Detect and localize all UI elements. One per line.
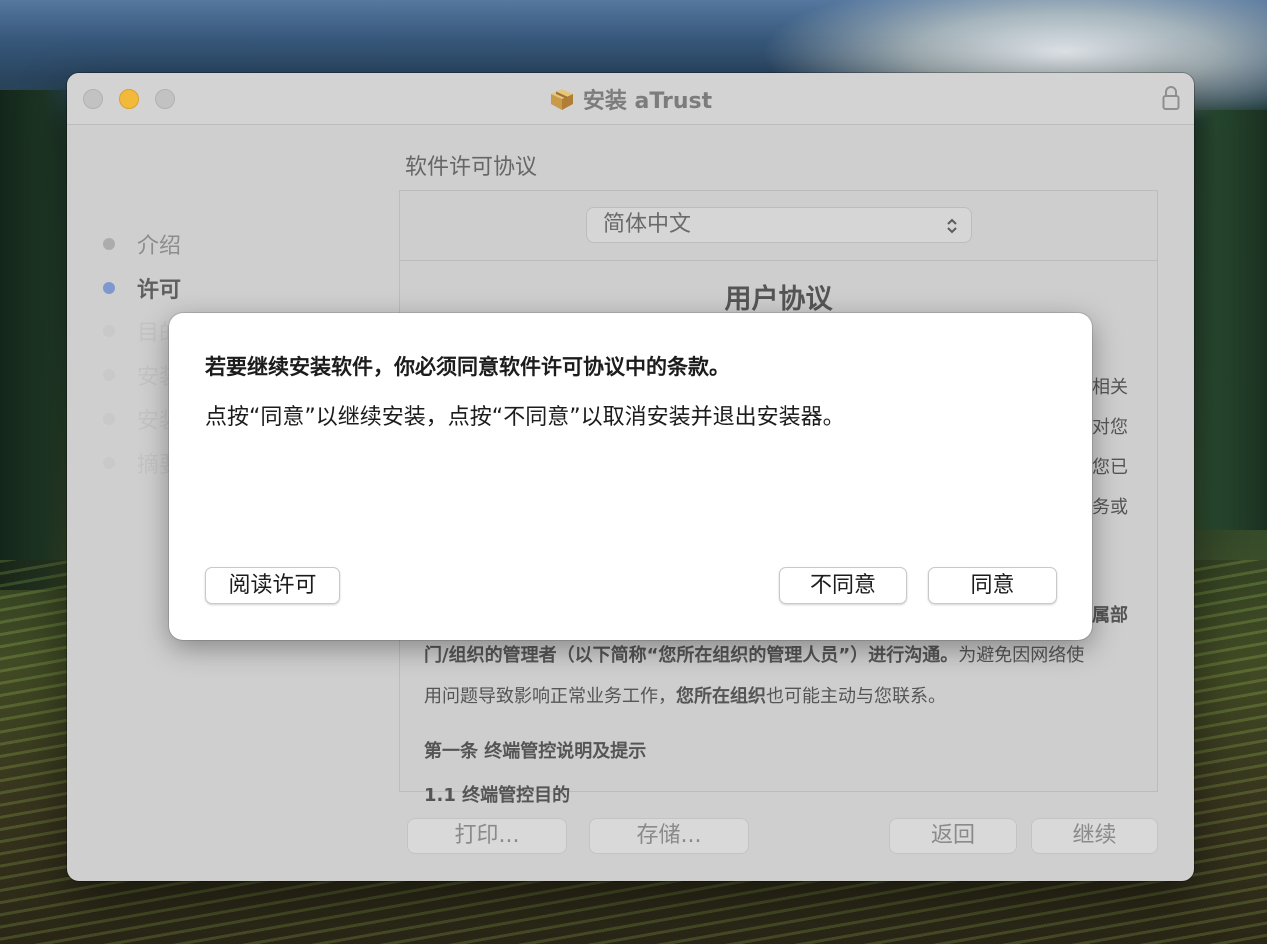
document-line: 用问题导致影响正常业务工作，您所在组织也可能主动与您联系。 (424, 682, 946, 708)
document-line-bold: 1.1 终端管控目的 (424, 785, 571, 806)
disagree-button[interactable]: 不同意 (779, 567, 907, 604)
sidebar-step-label: 许可 (137, 278, 182, 303)
chevron-up-down-icon (947, 218, 957, 234)
step-dot-icon (103, 238, 115, 250)
window-title: 安装 aTrust (582, 89, 713, 114)
document-line-text: 也可能主动与您联系。 (766, 686, 946, 707)
document-line-bold: 第一条 终端管控说明及提示 (424, 741, 647, 762)
document-line: 1.1 终端管控目的 (424, 781, 570, 807)
print-button[interactable]: 打印... (407, 818, 567, 854)
step-dot-icon (103, 413, 115, 425)
sidebar-step-introduction: 介绍 (103, 229, 181, 259)
wallpaper-trees-left (0, 90, 70, 590)
dialog-message: 点按“同意”以继续安装，点按“不同意”以取消安装并退出安装器。 (205, 405, 845, 430)
save-button[interactable]: 存储... (589, 818, 749, 854)
document-line: 第一条 终端管控说明及提示 (424, 737, 646, 763)
step-dot-icon (103, 282, 115, 294)
document-title: 用户协议 (724, 284, 833, 315)
sidebar-step-label: 介绍 (137, 234, 182, 259)
step-dot-icon (103, 325, 115, 337)
license-agreement-dialog: 若要继续安装软件，你必须同意软件许可协议中的条款。 点按“同意”以继续安装，点按… (169, 313, 1092, 640)
document-line-bold: 您所在组织 (676, 686, 766, 707)
back-button[interactable]: 返回 (889, 818, 1017, 854)
continue-button[interactable]: 继续 (1031, 818, 1158, 854)
document-fragment: 对您 (1092, 417, 1128, 438)
language-select[interactable]: 简体中文 (586, 207, 972, 243)
package-icon (550, 89, 573, 110)
step-dot-icon (103, 369, 115, 381)
document-line: 门/组织的管理者（以下简称“您所在组织的管理人员”）进行沟通。为避免因网络使 (424, 641, 1084, 667)
document-fragment: 务或 (1092, 497, 1128, 518)
agree-button[interactable]: 同意 (928, 567, 1057, 604)
wallpaper-trees-right (1194, 110, 1267, 530)
document-fragment: 相关 (1092, 377, 1128, 398)
title-bar[interactable]: 安装 aTrust (67, 73, 1194, 125)
lock-icon[interactable] (1162, 85, 1180, 111)
section-title: 软件许可协议 (405, 155, 538, 180)
document-line-text: 为避免因网络使 (958, 645, 1085, 666)
dialog-heading: 若要继续安装软件，你必须同意软件许可协议中的条款。 (205, 355, 730, 379)
document-fragment: 属部 (1092, 605, 1128, 626)
step-dot-icon (103, 457, 115, 469)
sidebar-step-license: 许可 (103, 273, 181, 303)
document-fragment: 您已 (1092, 457, 1128, 478)
document-line-bold: 门/组织的管理者（以下简称“您所在组织的管理人员”）进行沟通。 (424, 645, 959, 666)
language-select-value: 简体中文 (603, 212, 692, 237)
document-line-text: 用问题导致影响正常业务工作， (424, 686, 676, 707)
language-bar: 简体中文 (400, 191, 1157, 261)
read-license-button[interactable]: 阅读许可 (205, 567, 340, 604)
